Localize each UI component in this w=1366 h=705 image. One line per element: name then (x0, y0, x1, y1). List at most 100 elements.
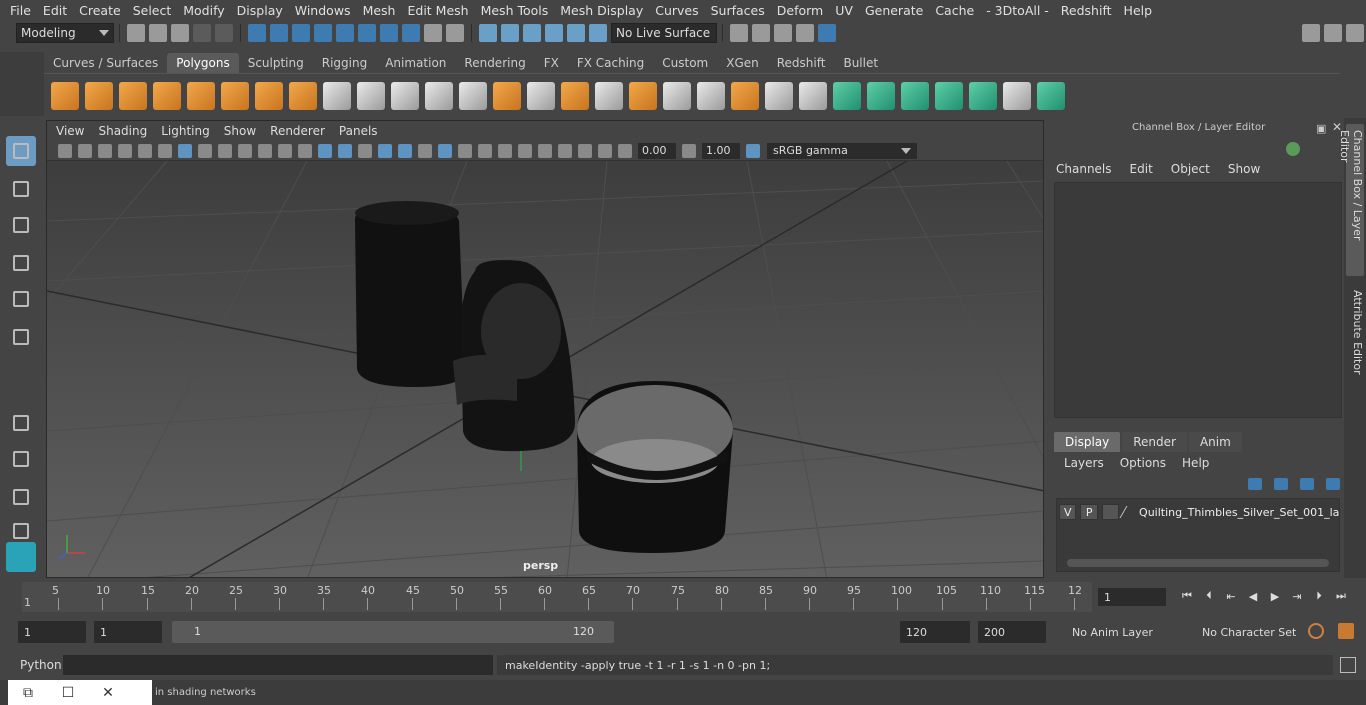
field-chart-icon[interactable] (258, 143, 272, 158)
current-frame-field[interactable]: 1 (1098, 588, 1166, 606)
poly-plane-icon[interactable] (187, 81, 215, 110)
color-management-icon[interactable] (746, 143, 760, 158)
new-layer-icon[interactable] (1300, 478, 1314, 490)
poly-sphere-icon[interactable] (51, 81, 79, 110)
channel-menu-edit[interactable]: Edit (1130, 162, 1153, 176)
manipulator-icon[interactable] (1286, 142, 1300, 156)
smooth-shade-icon[interactable] (338, 143, 352, 158)
menu-edit[interactable]: Edit (37, 3, 73, 18)
menu-mesh-tools[interactable]: Mesh Tools (475, 3, 555, 18)
anti-aliasing-icon[interactable] (498, 143, 512, 158)
use-all-lights-icon[interactable] (418, 143, 432, 158)
new-layer-selected-icon[interactable] (1326, 478, 1340, 490)
viewport-menu-view[interactable]: View (49, 124, 91, 138)
hypershade-icon[interactable] (818, 24, 836, 42)
layer-playback-toggle[interactable]: P (1080, 504, 1098, 520)
motion-blur-icon[interactable] (478, 143, 492, 158)
shelf-tab-redshift[interactable]: Redshift (768, 53, 835, 73)
step-back-icon[interactable]: ⏴ (1200, 588, 1218, 604)
end-time-field[interactable]: 120 (900, 621, 970, 643)
menu-redshift[interactable]: Redshift (1055, 3, 1118, 18)
uv-unfold-icon[interactable] (969, 81, 997, 110)
bevel-icon[interactable] (595, 81, 623, 110)
film-gate-icon[interactable] (198, 143, 212, 158)
auto-key-icon[interactable] (1308, 623, 1324, 639)
depth-of-field-icon[interactable] (518, 143, 532, 158)
layer-display-type-toggle[interactable] (1101, 504, 1120, 520)
animation-start-field[interactable]: 1 (94, 621, 162, 643)
channel-menu-show[interactable]: Show (1228, 162, 1260, 176)
uv-checker-icon[interactable] (1003, 81, 1031, 110)
menu-display[interactable]: Display (231, 3, 289, 18)
new-scene-icon[interactable] (127, 24, 145, 42)
xray-icon[interactable] (558, 143, 572, 158)
select-object-icon[interactable] (270, 24, 288, 42)
rotate-tool-icon[interactable] (6, 284, 36, 314)
extrude-icon[interactable] (561, 81, 589, 110)
textured-icon[interactable] (398, 143, 412, 158)
scale-tool-icon[interactable] (6, 322, 36, 352)
mirror-icon[interactable] (391, 81, 419, 110)
viewport-menu-panels[interactable]: Panels (332, 124, 385, 138)
render-view-icon[interactable] (730, 24, 748, 42)
play-backward-icon[interactable]: ◀ (1244, 588, 1262, 604)
workspace-icon[interactable] (1302, 24, 1320, 42)
automatic-map-icon[interactable] (935, 81, 963, 110)
live-surface-field[interactable]: No Live Surface (611, 23, 717, 43)
move-layer-down-icon[interactable] (1274, 478, 1288, 490)
help-icon[interactable] (402, 24, 420, 42)
shelf-tab-custom[interactable]: Custom (653, 53, 717, 73)
menu-select[interactable]: Select (127, 3, 178, 18)
tab-attribute-editor[interactable]: Attribute Editor (1346, 284, 1364, 384)
undo-icon[interactable] (193, 24, 211, 42)
play-forward-icon[interactable]: ▶ (1266, 588, 1284, 604)
select-by-name-icon[interactable] (446, 24, 464, 42)
resolution-gate-icon[interactable] (218, 143, 232, 158)
vertex-mode-icon[interactable] (314, 24, 332, 42)
snap-curve-icon[interactable] (501, 24, 519, 42)
layer-visibility-toggle[interactable]: V (1059, 504, 1077, 520)
viewport-menu-show[interactable]: Show (217, 124, 263, 138)
script-editor-icon[interactable] (1340, 657, 1356, 673)
snap-grid-icon[interactable] (479, 24, 497, 42)
layer-menu-layers[interactable]: Layers (1064, 456, 1104, 470)
render-frame-icon[interactable] (752, 24, 770, 42)
poly-cylinder-icon[interactable] (119, 81, 147, 110)
menu-help[interactable]: Help (1118, 3, 1159, 18)
layer-tab-render[interactable]: Render (1122, 432, 1187, 452)
offset-edge-loop-icon[interactable] (731, 81, 759, 110)
combine-icon[interactable] (323, 81, 351, 110)
multi-cut-icon[interactable] (527, 81, 555, 110)
camera-attributes-icon[interactable] (78, 143, 92, 158)
exposure-field[interactable]: 0.00 (638, 142, 676, 159)
uv-sew-icon[interactable] (1037, 81, 1065, 110)
select-component-icon[interactable] (292, 24, 310, 42)
insert-edge-loop-icon[interactable] (697, 81, 725, 110)
menu-surfaces[interactable]: Surfaces (705, 3, 771, 18)
snap-point-icon[interactable] (523, 24, 541, 42)
planar-map-icon[interactable] (833, 81, 861, 110)
snap-view-icon[interactable] (545, 24, 563, 42)
separate-icon[interactable] (357, 81, 385, 110)
redo-icon[interactable] (215, 24, 233, 42)
shelf-tab-fx[interactable]: FX (535, 53, 568, 73)
shelf-tab-curves-surfaces[interactable]: Curves / Surfaces (44, 53, 167, 73)
poly-torus-icon[interactable] (221, 81, 249, 110)
outliner-layout-icon[interactable] (6, 482, 36, 512)
tab-channel-box[interactable]: Channel Box / Layer Editor (1338, 124, 1364, 276)
edge-mode-icon[interactable] (336, 24, 354, 42)
layer-tab-display[interactable]: Display (1054, 432, 1121, 452)
menu-modify[interactable]: Modify (177, 3, 230, 18)
paint-select-tool-icon[interactable] (6, 210, 36, 240)
modeling-toolkit-icon[interactable] (1324, 24, 1342, 42)
lock-icon[interactable] (424, 24, 442, 42)
four-view-layout-icon[interactable] (6, 444, 36, 474)
render-settings-icon[interactable] (796, 24, 814, 42)
bridge-icon[interactable] (493, 81, 521, 110)
menu-3dtoall[interactable]: - 3DtoAll - (980, 3, 1055, 18)
gamma-icon[interactable] (682, 143, 696, 158)
menu-cache[interactable]: Cache (929, 3, 980, 18)
layer-name[interactable]: Quilting_Thimbles_Silver_Set_001_lay (1139, 506, 1339, 519)
shelf-tab-xgen[interactable]: XGen (717, 53, 768, 73)
shelf-tab-fx-caching[interactable]: FX Caching (568, 53, 653, 73)
